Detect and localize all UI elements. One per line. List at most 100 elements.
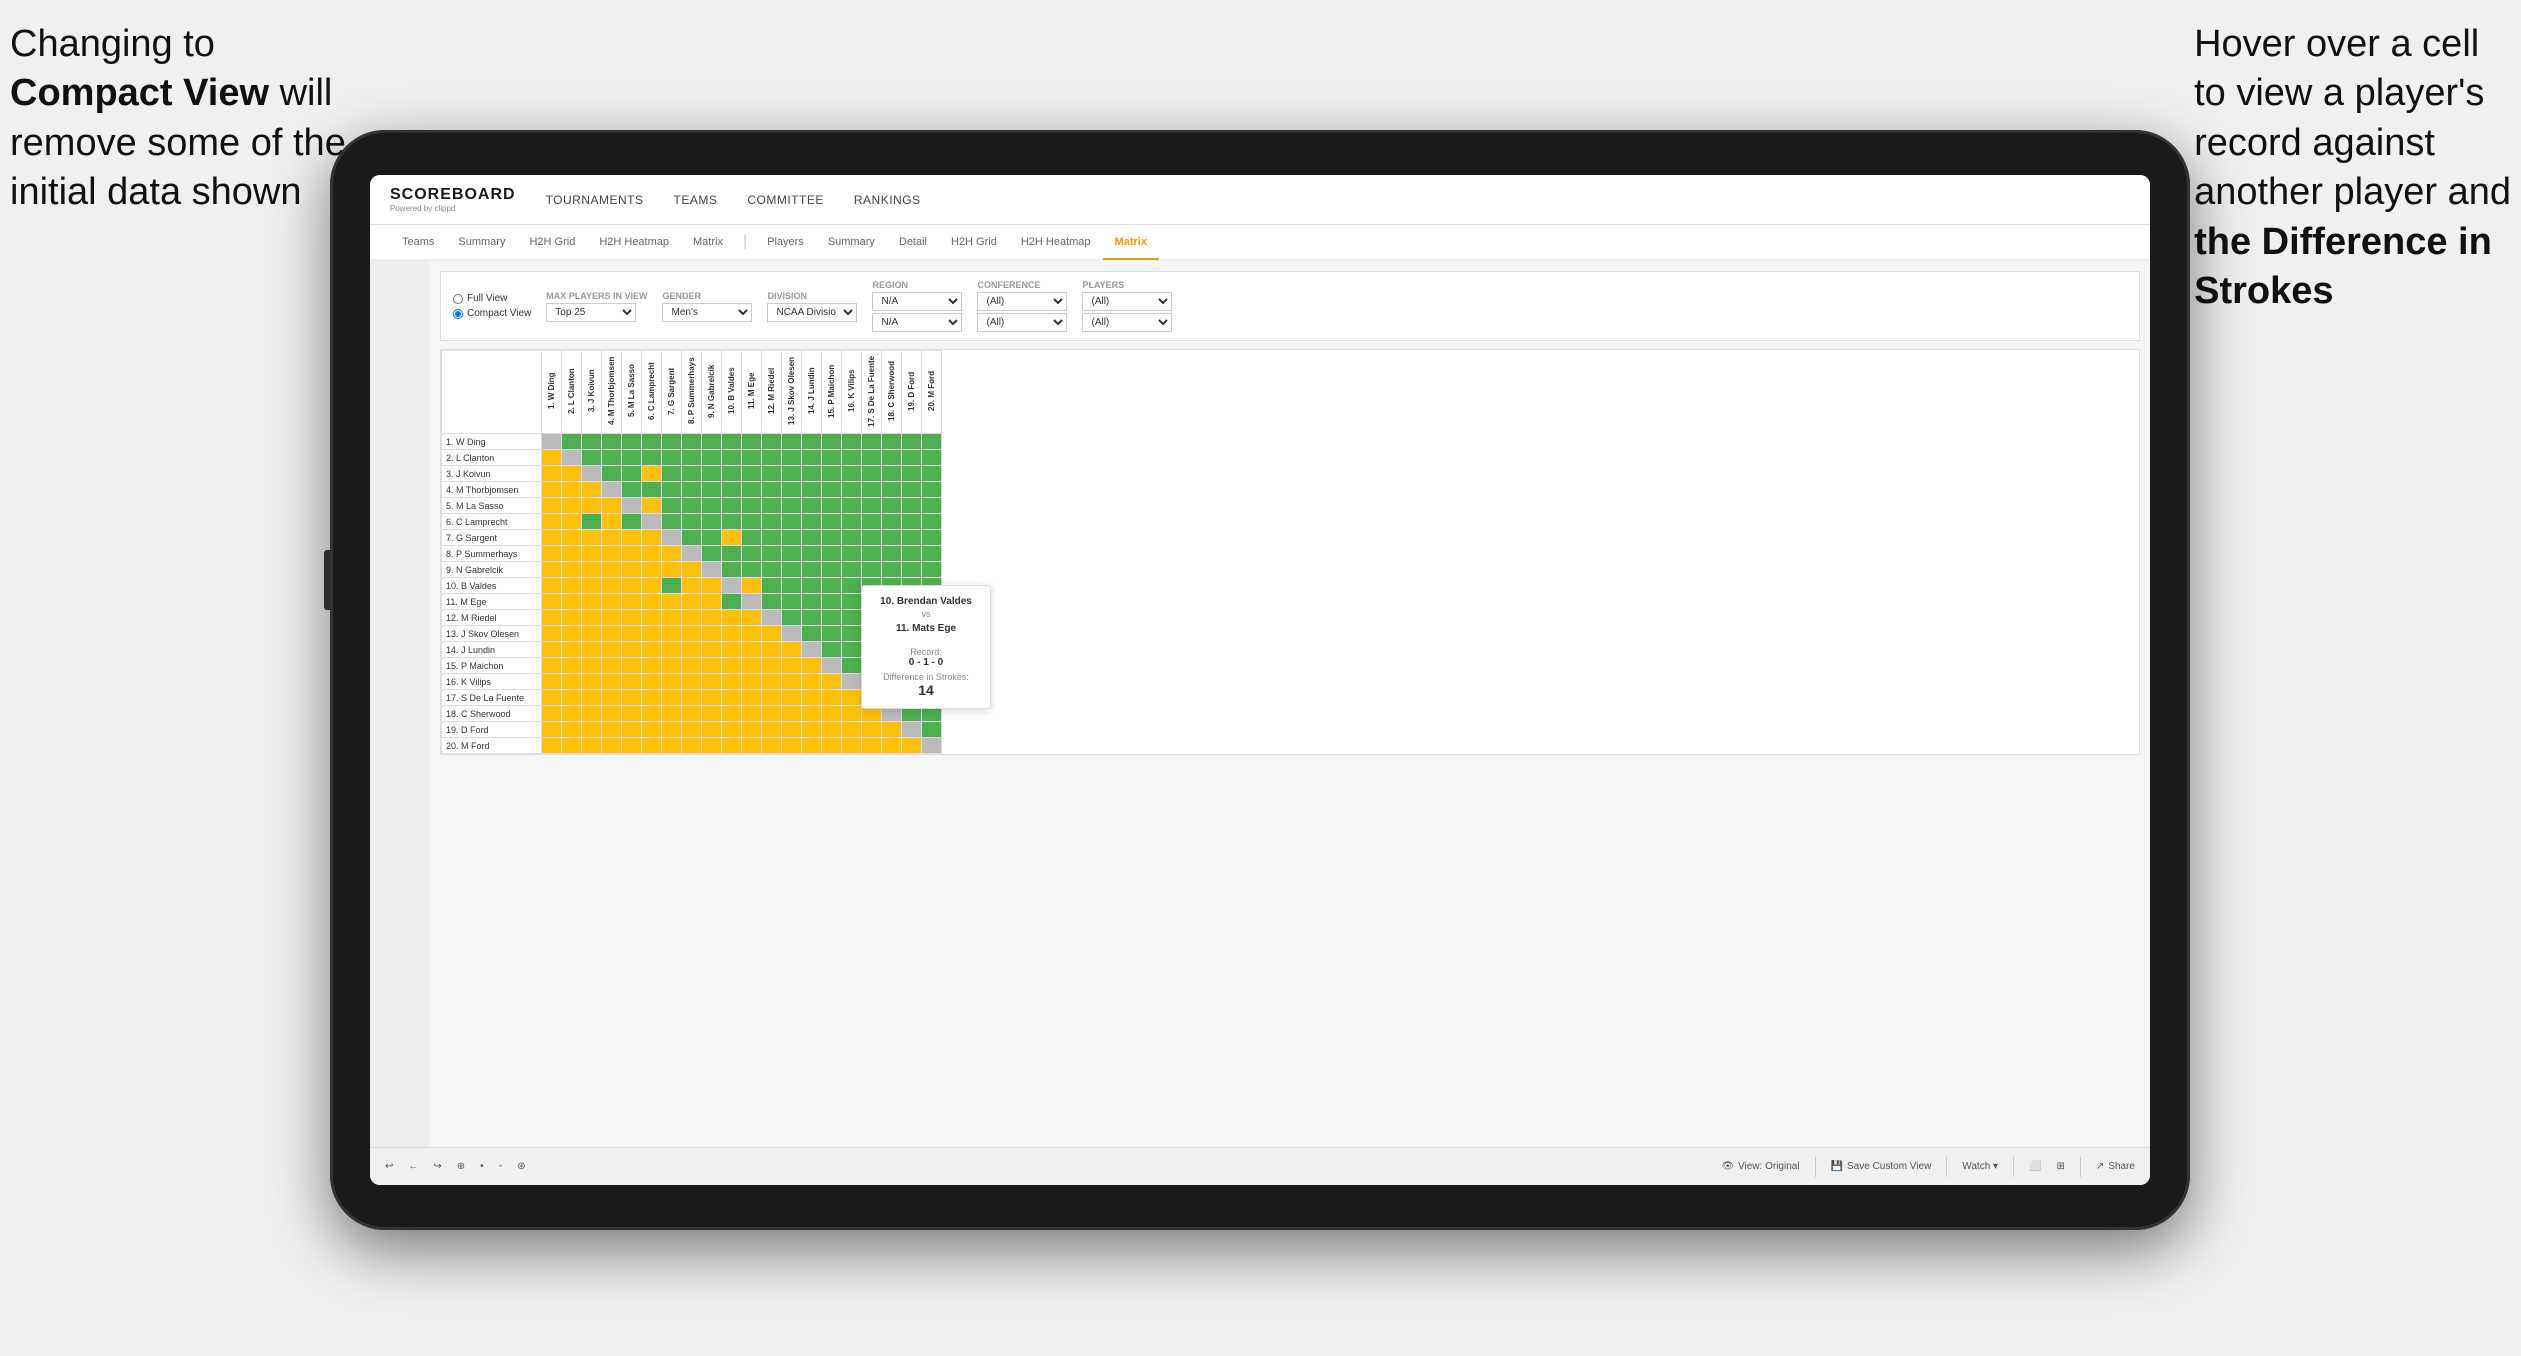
- matrix-cell-13-4[interactable]: [622, 642, 642, 658]
- matrix-cell-11-8[interactable]: [702, 610, 722, 626]
- matrix-cell-18-1[interactable]: [562, 722, 582, 738]
- matrix-cell-3-5[interactable]: [642, 482, 662, 498]
- nav-committee[interactable]: COMMITTEE: [747, 188, 824, 212]
- matrix-cell-3-13[interactable]: [802, 482, 822, 498]
- matrix-cell-1-11[interactable]: [762, 450, 782, 466]
- matrix-cell-7-5[interactable]: [642, 546, 662, 562]
- matrix-cell-18-17[interactable]: [882, 722, 902, 738]
- matrix-cell-1-10[interactable]: [742, 450, 762, 466]
- matrix-cell-12-6[interactable]: [662, 626, 682, 642]
- matrix-cell-3-8[interactable]: [702, 482, 722, 498]
- matrix-cell-16-15[interactable]: [842, 690, 862, 706]
- subnav-h2h-grid1[interactable]: H2H Grid: [517, 226, 587, 260]
- toolbar-settings[interactable]: ⊛: [517, 1161, 525, 1172]
- matrix-cell-14-9[interactable]: [722, 658, 742, 674]
- matrix-cell-11-12[interactable]: [782, 610, 802, 626]
- matrix-cell-13-6[interactable]: [662, 642, 682, 658]
- matrix-cell-8-12[interactable]: [782, 562, 802, 578]
- matrix-cell-5-19[interactable]: [922, 514, 942, 530]
- matrix-cell-17-11[interactable]: [762, 706, 782, 722]
- matrix-cell-6-9[interactable]: [722, 530, 742, 546]
- matrix-cell-1-8[interactable]: [702, 450, 722, 466]
- matrix-cell-4-9[interactable]: [722, 498, 742, 514]
- matrix-cell-13-9[interactable]: [722, 642, 742, 658]
- matrix-cell-19-19[interactable]: [922, 738, 942, 754]
- matrix-cell-6-12[interactable]: [782, 530, 802, 546]
- matrix-cell-6-3[interactable]: [602, 530, 622, 546]
- matrix-cell-3-16[interactable]: [862, 482, 882, 498]
- matrix-cell-12-10[interactable]: [742, 626, 762, 642]
- matrix-cell-2-9[interactable]: [722, 466, 742, 482]
- matrix-cell-15-13[interactable]: [802, 674, 822, 690]
- matrix-cell-12-2[interactable]: [582, 626, 602, 642]
- matrix-cell-17-10[interactable]: [742, 706, 762, 722]
- matrix-cell-13-0[interactable]: [542, 642, 562, 658]
- matrix-cell-12-1[interactable]: [562, 626, 582, 642]
- matrix-cell-5-6[interactable]: [662, 514, 682, 530]
- matrix-cell-9-5[interactable]: [642, 578, 662, 594]
- matrix-cell-7-15[interactable]: [842, 546, 862, 562]
- matrix-cell-8-7[interactable]: [682, 562, 702, 578]
- matrix-cell-15-3[interactable]: [602, 674, 622, 690]
- toolbar-save-custom[interactable]: 💾 Save Custom View: [1831, 1161, 1932, 1172]
- matrix-cell-0-14[interactable]: [822, 434, 842, 450]
- matrix-cell-3-6[interactable]: [662, 482, 682, 498]
- matrix-cell-14-14[interactable]: [822, 658, 842, 674]
- matrix-cell-17-3[interactable]: [602, 706, 622, 722]
- matrix-cell-18-5[interactable]: [642, 722, 662, 738]
- matrix-cell-8-3[interactable]: [602, 562, 622, 578]
- matrix-cell-11-5[interactable]: [642, 610, 662, 626]
- matrix-cell-8-4[interactable]: [622, 562, 642, 578]
- nav-tournaments[interactable]: TOURNAMENTS: [546, 188, 644, 212]
- toolbar-screen[interactable]: ⬜: [2029, 1161, 2041, 1172]
- subnav-h2h-grid2[interactable]: H2H Grid: [939, 226, 1009, 260]
- matrix-cell-19-14[interactable]: [822, 738, 842, 754]
- matrix-cell-8-0[interactable]: [542, 562, 562, 578]
- matrix-cell-13-11[interactable]: [762, 642, 782, 658]
- matrix-cell-6-16[interactable]: [862, 530, 882, 546]
- subnav-matrix1[interactable]: Matrix: [681, 226, 735, 260]
- matrix-cell-15-9[interactable]: [722, 674, 742, 690]
- matrix-cell-11-1[interactable]: [562, 610, 582, 626]
- matrix-cell-0-12[interactable]: [782, 434, 802, 450]
- matrix-cell-17-7[interactable]: [682, 706, 702, 722]
- matrix-cell-11-0[interactable]: [542, 610, 562, 626]
- matrix-cell-3-1[interactable]: [562, 482, 582, 498]
- matrix-cell-0-8[interactable]: [702, 434, 722, 450]
- matrix-cell-2-13[interactable]: [802, 466, 822, 482]
- matrix-cell-8-13[interactable]: [802, 562, 822, 578]
- matrix-cell-15-14[interactable]: [822, 674, 842, 690]
- toolbar-grid[interactable]: ⊞: [2057, 1161, 2065, 1172]
- matrix-cell-7-16[interactable]: [862, 546, 882, 562]
- matrix-cell-18-8[interactable]: [702, 722, 722, 738]
- matrix-cell-4-5[interactable]: [642, 498, 662, 514]
- matrix-cell-9-10[interactable]: [742, 578, 762, 594]
- matrix-cell-17-13[interactable]: [802, 706, 822, 722]
- matrix-cell-3-12[interactable]: [782, 482, 802, 498]
- matrix-cell-11-15[interactable]: [842, 610, 862, 626]
- matrix-cell-13-15[interactable]: [842, 642, 862, 658]
- matrix-cell-0-0[interactable]: [542, 434, 562, 450]
- matrix-cell-2-14[interactable]: [822, 466, 842, 482]
- matrix-cell-12-8[interactable]: [702, 626, 722, 642]
- matrix-cell-1-2[interactable]: [582, 450, 602, 466]
- matrix-cell-9-7[interactable]: [682, 578, 702, 594]
- matrix-cell-4-19[interactable]: [922, 498, 942, 514]
- matrix-cell-3-9[interactable]: [722, 482, 742, 498]
- matrix-cell-4-4[interactable]: [622, 498, 642, 514]
- toolbar-redo[interactable]: ↪: [433, 1161, 441, 1172]
- matrix-cell-4-11[interactable]: [762, 498, 782, 514]
- matrix-cell-18-12[interactable]: [782, 722, 802, 738]
- matrix-cell-0-19[interactable]: [922, 434, 942, 450]
- matrix-cell-3-3[interactable]: [602, 482, 622, 498]
- nav-teams[interactable]: TEAMS: [674, 188, 718, 212]
- matrix-cell-7-13[interactable]: [802, 546, 822, 562]
- matrix-cell-5-2[interactable]: [582, 514, 602, 530]
- matrix-cell-16-12[interactable]: [782, 690, 802, 706]
- matrix-cell-0-15[interactable]: [842, 434, 862, 450]
- matrix-cell-1-14[interactable]: [822, 450, 842, 466]
- matrix-cell-15-15[interactable]: [842, 674, 862, 690]
- matrix-cell-12-14[interactable]: [822, 626, 842, 642]
- matrix-cell-10-10[interactable]: [742, 594, 762, 610]
- matrix-cell-13-10[interactable]: [742, 642, 762, 658]
